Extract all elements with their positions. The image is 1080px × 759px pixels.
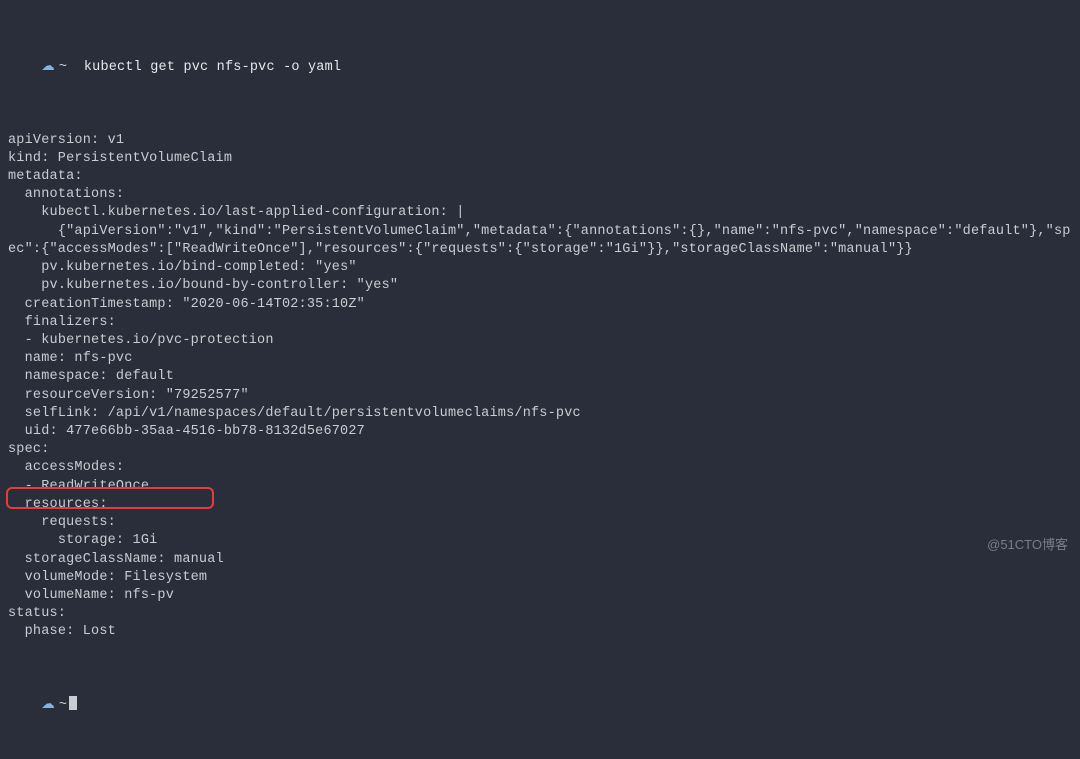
cursor-icon <box>69 696 77 710</box>
output-line: accessModes: <box>8 459 1072 477</box>
output-line: pv.kubernetes.io/bind-completed: "yes" <box>8 259 1072 277</box>
output-line: status: <box>8 605 1072 623</box>
watermark: @51CTO博客 <box>987 536 1068 554</box>
output-line: requests: <box>8 514 1072 532</box>
output-line: annotations: <box>8 186 1072 204</box>
output-line: spec: <box>8 441 1072 459</box>
cwd: ~ <box>59 60 67 75</box>
terminal-output[interactable]: ☁~ kubectl get pvc nfs-pvc -o yaml apiVe… <box>0 0 1080 759</box>
yaml-output: apiVersion: v1kind: PersistentVolumeClai… <box>8 132 1072 642</box>
cloud-icon: ☁ <box>41 60 55 75</box>
output-line: volumeName: nfs-pv <box>8 587 1072 605</box>
output-line: kubectl.kubernetes.io/last-applied-confi… <box>8 204 1072 222</box>
output-line: - ReadWriteOnce <box>8 478 1072 496</box>
output-line: selfLink: /api/v1/namespaces/default/per… <box>8 405 1072 423</box>
command-text: kubectl get pvc nfs-pvc -o yaml <box>84 60 341 75</box>
cwd: ~ <box>59 698 67 713</box>
output-line: storage: 1Gi <box>8 532 1072 550</box>
output-line: creationTimestamp: "2020-06-14T02:35:10Z… <box>8 296 1072 314</box>
output-line: apiVersion: v1 <box>8 132 1072 150</box>
cloud-icon: ☁ <box>41 698 55 713</box>
output-line: {"apiVersion":"v1","kind":"PersistentVol… <box>8 223 1072 259</box>
output-line: phase: Lost <box>8 623 1072 641</box>
output-line: - kubernetes.io/pvc-protection <box>8 332 1072 350</box>
output-line: metadata: <box>8 168 1072 186</box>
prompt-line: ☁ ~ kubectl get pvc nfs-pvc -o yaml <box>8 40 1072 95</box>
output-line: kind: PersistentVolumeClaim <box>8 150 1072 168</box>
next-prompt-line[interactable]: ☁~ <box>8 678 1072 734</box>
output-line: volumeMode: Filesystem <box>8 569 1072 587</box>
output-line: finalizers: <box>8 314 1072 332</box>
output-line: name: nfs-pvc <box>8 350 1072 368</box>
output-line: pv.kubernetes.io/bound-by-controller: "y… <box>8 277 1072 295</box>
output-line: uid: 477e66bb-35aa-4516-bb78-8132d5e6702… <box>8 423 1072 441</box>
output-line: resourceVersion: "79252577" <box>8 387 1072 405</box>
output-line: resources: <box>8 496 1072 514</box>
output-line: namespace: default <box>8 368 1072 386</box>
